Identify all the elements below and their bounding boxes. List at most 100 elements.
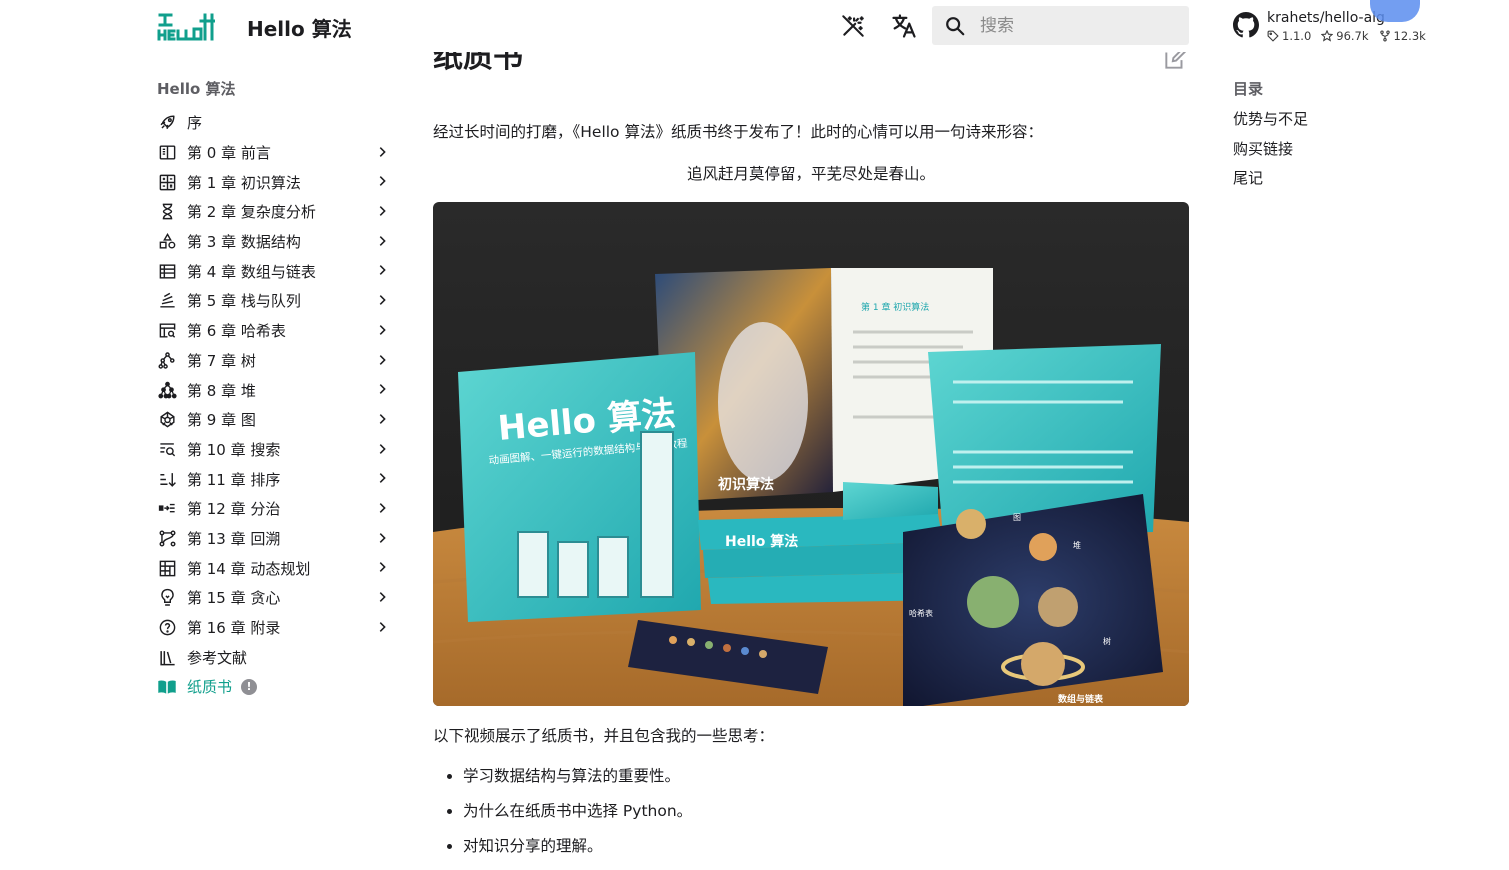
nav-item-label: 第 4 章 数组与链表: [187, 262, 316, 281]
chevron-right-icon: [379, 146, 386, 157]
chevron-right-icon: [379, 621, 386, 632]
magic-wand-icon: [842, 15, 864, 37]
card-label-hash-table: 哈希表: [909, 608, 933, 618]
chevron-right-icon: [379, 295, 386, 306]
nav-item-paper-book[interactable]: 纸质书 !: [157, 672, 393, 702]
nav-item-label: 第 8 章 堆: [187, 381, 256, 400]
shapes-icon: [157, 232, 177, 252]
nav-item-label: 第 3 章 数据结构: [187, 233, 301, 252]
nav-item-label: 第 7 章 树: [187, 351, 256, 370]
rocket-icon: [157, 113, 177, 133]
chevron-right-icon: [379, 503, 386, 513]
nav-item-label: 第 5 章 栈与队列: [187, 292, 301, 311]
tree-icon: [157, 350, 177, 370]
card-label-tree: 树: [1103, 636, 1111, 646]
heap-icon: [157, 380, 177, 400]
art-title-text: 初识算法: [718, 476, 774, 493]
nav-item-preface[interactable]: 序: [157, 108, 393, 138]
repo-facts: 1.1.0 96.7k 12.3k: [1267, 29, 1426, 43]
nav-item-chapter-15[interactable]: 第 15 章 贪心: [157, 583, 393, 613]
github-icon: [1233, 12, 1259, 38]
nav-item-chapter-0[interactable]: 第 0 章 前言: [157, 138, 393, 168]
main-content: 纸质书 经过长时间的打磨，《Hello 算法》纸质书终于发布了！此时的心情可以用…: [433, 30, 1189, 869]
grid-icon: [157, 558, 177, 578]
nav-item-label: 第 10 章 搜索: [187, 440, 281, 459]
sort-icon: [157, 469, 177, 489]
site-title[interactable]: Hello 算法: [247, 13, 352, 42]
hourglass-icon: [157, 202, 177, 222]
chevron-right-icon: [379, 235, 386, 246]
calculator-icon: [157, 172, 177, 192]
hello-algo-logo[interactable]: [157, 11, 215, 41]
stack-icon: [157, 291, 177, 311]
text-search-icon: [157, 439, 177, 459]
nav-item-chapter-7[interactable]: 第 7 章 树: [157, 346, 393, 376]
theme-toggle-button[interactable]: [838, 11, 868, 41]
translate-icon: [892, 14, 916, 38]
nav-item-chapter-12[interactable]: 第 12 章 分治: [157, 494, 393, 524]
nav-item-chapter-5[interactable]: 第 5 章 栈与队列: [157, 286, 393, 316]
header-bar: Hello 算法 krahets/hello-algo 1.1.0 96.7k …: [0, 0, 1509, 52]
search-input[interactable]: [980, 15, 1170, 36]
repo-stars: 96.7k: [1336, 29, 1369, 43]
nav-item-label: 第 16 章 附录: [187, 619, 281, 638]
sidebar-nav: Hello 算法 序 第 0 章 前言 第 1 章 初识算法 第 2 章 复杂度…: [157, 78, 393, 702]
nav-item-chapter-4[interactable]: 第 4 章 数组与链表: [157, 256, 393, 286]
chevron-right-icon: [379, 324, 386, 335]
nav-heading[interactable]: Hello 算法: [157, 78, 393, 100]
book-open-icon: [157, 143, 177, 163]
nav-item-references[interactable]: 参考文献: [157, 642, 393, 672]
lightbulb-icon: [157, 588, 177, 608]
nav-item-label: 第 9 章 图: [187, 411, 256, 430]
toc-item-purchase-links[interactable]: 购买链接: [1233, 138, 1433, 168]
nav-item-label: 纸质书: [187, 678, 233, 697]
nav-item-label: 第 11 章 排序: [187, 470, 281, 489]
language-button[interactable]: [889, 11, 919, 41]
nav-item-chapter-3[interactable]: 第 3 章 数据结构: [157, 227, 393, 257]
spine-title-text: Hello 算法: [725, 533, 798, 550]
search-icon: [946, 16, 965, 35]
table-list-icon: [157, 261, 177, 281]
chevron-right-icon: [379, 265, 386, 276]
chevron-right-icon: [379, 532, 386, 543]
backtrack-icon: [157, 528, 177, 548]
star-icon: [1321, 30, 1334, 42]
card-label-array-list: 数组与链表: [1058, 693, 1104, 705]
nav-item-chapter-16[interactable]: 第 16 章 附录: [157, 613, 393, 643]
poem-quote: 追风赶月莫停留，平芜尽处是春山。: [686, 165, 935, 183]
nav-item-chapter-2[interactable]: 第 2 章 复杂度分析: [157, 197, 393, 227]
list-item: 为什么在纸质书中选择 Python。: [433, 799, 1189, 834]
new-badge: !: [241, 678, 258, 695]
nav-item-chapter-8[interactable]: 第 8 章 堆: [157, 375, 393, 405]
repo-forks: 12.3k: [1393, 29, 1426, 43]
nav-item-label: 第 6 章 哈希表: [187, 322, 286, 341]
chapter-heading-text: 第 1 章 初识算法: [861, 301, 929, 313]
intro-paragraph: 经过长时间的打磨，《Hello 算法》纸质书终于发布了！此时的心情可以用一句诗来…: [433, 123, 1043, 141]
nav-item-chapter-9[interactable]: 第 9 章 图: [157, 405, 393, 435]
chevron-right-icon: [379, 354, 386, 365]
nav-item-chapter-10[interactable]: 第 10 章 搜索: [157, 435, 393, 465]
chevron-right-icon: [379, 473, 386, 484]
chevron-right-icon: [379, 443, 386, 454]
toc-heading: 目录: [1233, 80, 1264, 98]
nav-item-label: 第 2 章 复杂度分析: [187, 203, 316, 222]
fork-icon: [1379, 30, 1390, 42]
nav-item-chapter-1[interactable]: 第 1 章 初识算法: [157, 167, 393, 197]
split-icon: [157, 499, 177, 519]
search-box[interactable]: [932, 6, 1189, 45]
nav-item-chapter-11[interactable]: 第 11 章 排序: [157, 464, 393, 494]
nav-item-chapter-13[interactable]: 第 13 章 回溯: [157, 524, 393, 554]
chevron-right-icon: [379, 592, 386, 602]
nav-item-chapter-6[interactable]: 第 6 章 哈希表: [157, 316, 393, 346]
card-label-graph: 图: [1013, 513, 1021, 522]
tag-icon: [1267, 30, 1279, 42]
chevron-right-icon: [379, 206, 386, 216]
toc-item-epilogue[interactable]: 尾记: [1233, 167, 1433, 197]
nav-item-chapter-14[interactable]: 第 14 章 动态规划: [157, 553, 393, 583]
nav-item-label: 第 0 章 前言: [187, 144, 271, 163]
list-item: 对知识分享的理解。: [433, 834, 1189, 869]
card-label-heap: 堆: [1073, 540, 1081, 550]
paper-book-photo: 第 1 章 初识算法 初识算法 Hello 算法 动画图解、一键运行的数据结构与…: [433, 202, 1189, 706]
toc-item-pros-cons[interactable]: 优势与不足: [1233, 108, 1433, 138]
help-circle-icon: [157, 618, 177, 638]
